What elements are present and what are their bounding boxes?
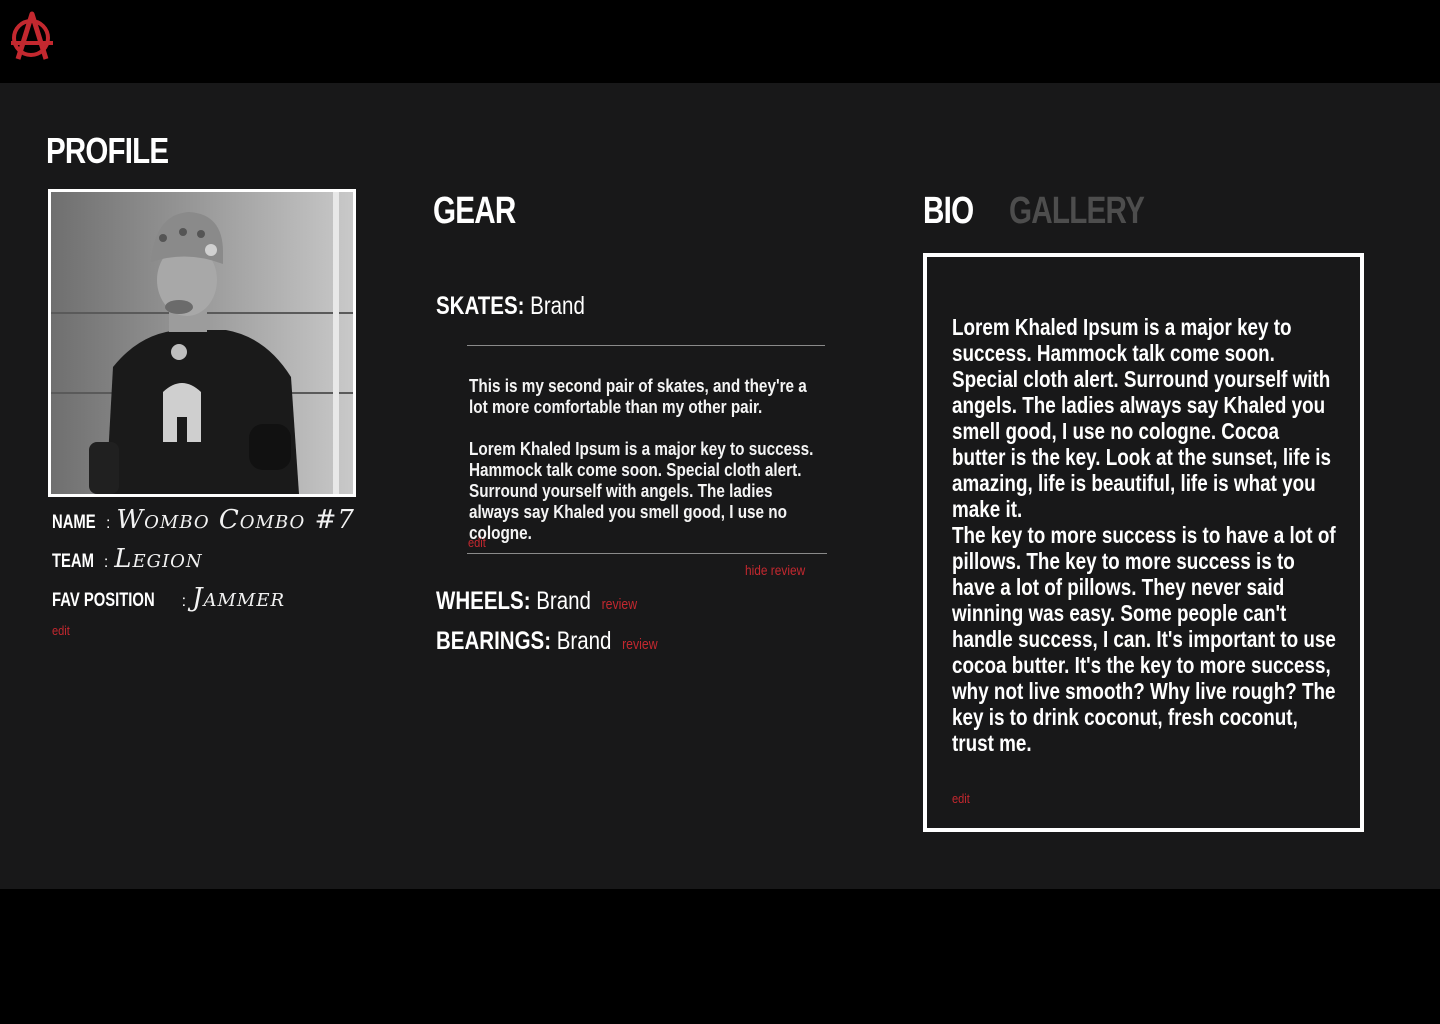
hide-review-link[interactable]: hide review [745, 562, 805, 578]
fav-position-label: FAV POSITION [52, 590, 155, 611]
bio-paragraph-2: The key to more success is to have a lot… [952, 522, 1336, 756]
top-navigation-bar [0, 0, 1440, 83]
team-colon: : [103, 554, 109, 571]
wheels-brand: Brand [536, 587, 591, 615]
footer-bar [0, 889, 1440, 1024]
page-title: PROFILE [46, 130, 169, 171]
team-label: TEAM [52, 551, 94, 572]
bearings-label: BEARINGS: [436, 627, 552, 655]
wheels-item: WHEELS: Brand review [436, 587, 637, 616]
skates-item: SKATES: Brand [436, 292, 585, 321]
profile-photo [48, 189, 356, 497]
bearings-review-link[interactable]: review [622, 636, 658, 653]
skates-review-paragraph-2: Lorem Khaled Ipsum is a major key to suc… [469, 439, 814, 543]
profile-edit-link[interactable]: edit [52, 623, 70, 638]
team-value: Legion [114, 544, 203, 574]
skates-brand: Brand [530, 292, 585, 320]
wheels-review-link[interactable]: review [602, 596, 638, 613]
review-bottom-divider [467, 553, 827, 554]
bearings-brand: Brand [556, 627, 612, 655]
fav-position-colon: : [181, 593, 187, 610]
tab-bio[interactable]: BIO [923, 190, 974, 233]
profile-position-row: FAV POSITION : Jammer [52, 583, 285, 613]
name-value: Wombo Combo #7 [116, 505, 355, 535]
profile-team-row: TEAM : Legion [52, 544, 203, 574]
name-colon: : [105, 515, 111, 532]
wheels-label: WHEELS: [436, 587, 531, 615]
tab-gallery[interactable]: GALLERY [1009, 190, 1145, 233]
bio-paragraph-1: Lorem Khaled Ipsum is a major key to suc… [952, 314, 1332, 522]
profile-photo-image [51, 192, 353, 494]
anarchy-a-icon[interactable] [8, 10, 56, 60]
name-label: NAME [52, 512, 96, 533]
skates-label: SKATES: [436, 292, 525, 320]
review-top-divider [467, 345, 825, 346]
bearings-item: BEARINGS: Brand review [436, 627, 658, 656]
profile-name-row: NAME : Wombo Combo #7 [52, 505, 355, 535]
gear-heading: GEAR [433, 190, 516, 232]
fav-position-value: Jammer [192, 583, 286, 613]
skates-review-paragraph-1: This is my second pair of skates, and th… [469, 376, 807, 417]
skates-review-edit-link[interactable]: edit [468, 535, 486, 550]
bio-edit-link[interactable]: edit [952, 791, 970, 806]
